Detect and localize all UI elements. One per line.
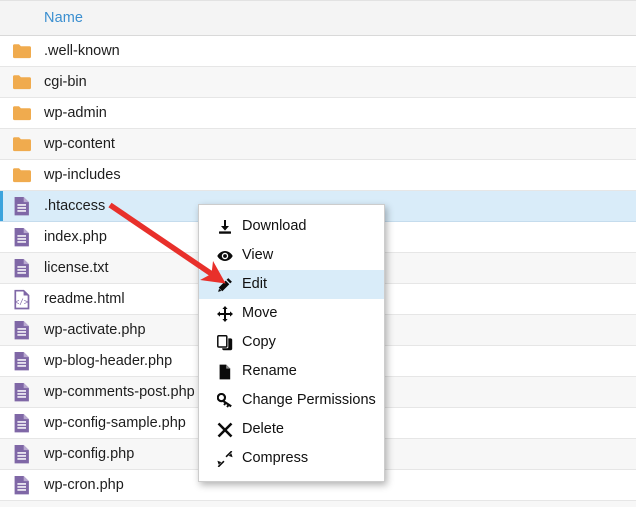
context-menu-items: Download View Edit Move Copy Rename Change Per… [199,212,384,473]
download-icon [216,218,233,235]
table-row[interactable]: wp-content [0,129,636,160]
file-icon [14,320,29,339]
menu-item-download[interactable]: Download [199,212,384,241]
file-name-label: .well-known [44,43,120,59]
menu-item-edit[interactable]: Edit [199,270,384,299]
svg-text:</>: </> [15,297,29,306]
file-name-label: wp-config-sample.php [44,415,186,431]
x-mark-icon [216,421,233,438]
file-manager-screen: Name .well-known cgi-bin wp-admin wp-conten… [0,0,636,507]
file-name-label: wp-includes [44,167,121,183]
table-header-row: Name [0,0,636,36]
menu-item-move[interactable]: Move [199,299,384,328]
menu-item-label: Download [242,218,307,235]
file-icon [14,227,29,246]
table-row[interactable]: .well-known [0,36,636,67]
menu-item-compress[interactable]: Compress [199,444,384,473]
menu-item-label: Move [242,305,278,322]
file-icon [14,382,29,401]
file-name-label: wp-blog-header.php [44,353,173,369]
copy-icon [216,334,233,351]
menu-item-rename[interactable]: Rename [199,357,384,386]
move-arrows-icon [216,305,233,322]
table-row[interactable]: wp-admin [0,98,636,129]
eye-icon [216,247,233,264]
folder-icon [13,43,31,58]
folder-icon [13,74,31,89]
menu-item-label: Change Permissions [242,392,376,409]
file-name-label: .htaccess [44,198,106,214]
file-icon [14,475,29,494]
file-name-label: wp-cron.php [44,477,124,493]
file-icon [14,351,29,370]
file-icon [14,413,29,432]
folder-icon [13,136,31,151]
menu-item-label: Rename [242,363,297,380]
file-icon [14,258,29,277]
menu-item-view[interactable]: View [199,241,384,270]
key-icon [216,392,233,409]
menu-item-copy[interactable]: Copy [199,328,384,357]
file-name-label: cgi-bin [44,74,87,90]
column-header-name[interactable]: Name [0,10,83,26]
compress-icon [216,450,233,467]
menu-item-label: Copy [242,334,276,351]
file-name-label: wp-activate.php [44,322,146,338]
table-row[interactable]: wp-includes [0,160,636,191]
folder-icon [13,105,31,120]
file-name-label: wp-comments-post.php [44,384,195,400]
page-icon [216,363,233,380]
menu-item-delete[interactable]: Delete [199,415,384,444]
file-name-label: readme.html [44,291,125,307]
file-icon [14,196,29,215]
menu-item-label: View [242,247,274,264]
file-name-label: license.txt [44,260,109,276]
file-icon [14,444,29,463]
folder-icon [13,167,31,182]
file-name-label: index.php [44,229,107,245]
file-name-label: wp-admin [44,105,107,121]
file-context-menu[interactable]: Download View Edit Move Copy Rename Change Per… [198,204,385,482]
menu-item-change-permissions[interactable]: Change Permissions [199,386,384,415]
html-file-icon: </> [14,289,30,309]
table-row[interactable] [0,501,636,507]
file-name-label: wp-content [44,136,115,152]
menu-item-label: Delete [242,421,284,438]
table-row[interactable]: cgi-bin [0,67,636,98]
pencil-icon [216,276,233,293]
file-name-label: wp-config.php [44,446,135,462]
menu-item-label: Compress [242,450,309,467]
menu-item-label: Edit [242,276,267,293]
